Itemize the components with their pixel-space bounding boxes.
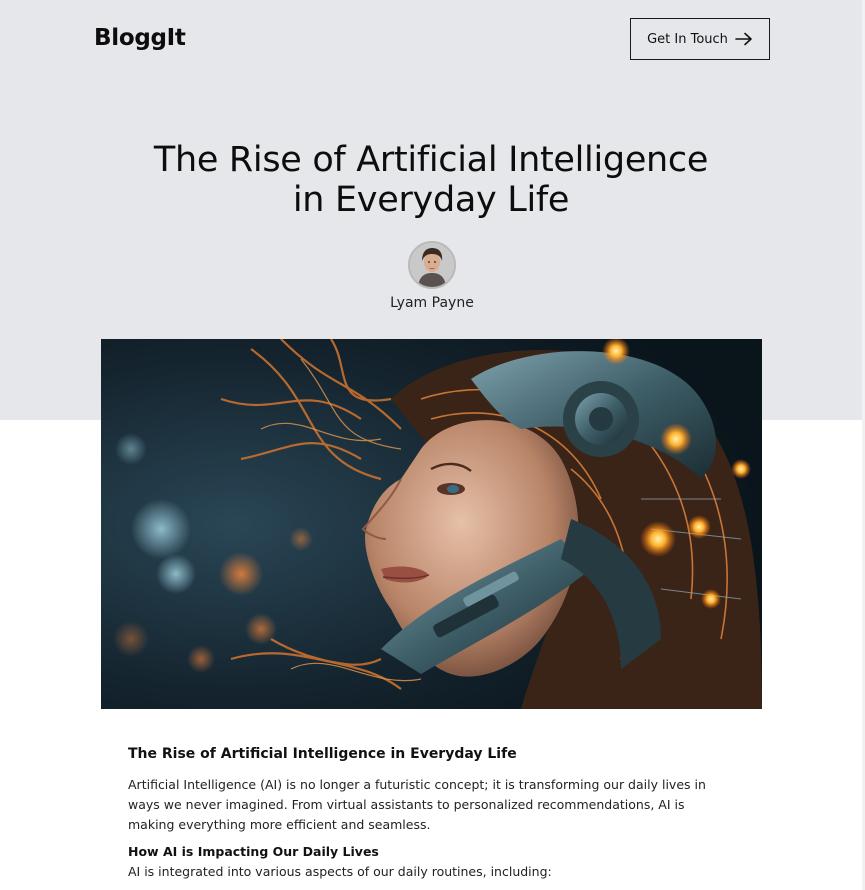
article-body: The Rise of Artificial Intelligence in E… [128,744,728,882]
get-in-touch-button[interactable]: Get In Touch [630,18,770,60]
page: BloggIt Get In Touch The Rise of Artific… [0,0,865,890]
author-name[interactable]: Lyam Payne [332,295,532,311]
hero-image [101,339,762,709]
article-title: The Rise of Artificial Intelligence in E… [153,140,709,220]
article-heading: The Rise of Artificial Intelligence in E… [128,746,517,762]
section-heading: How AI is Impacting Our Daily Lives [128,844,379,859]
author-portrait-image [410,243,454,287]
get-in-touch-label: Get In Touch [647,31,728,47]
section-text: AI is integrated into various aspects of… [128,864,552,879]
author-avatar[interactable] [408,241,456,289]
arrow-right-icon [735,32,752,46]
ai-woman-cyborg-illustration [101,339,762,709]
site-logo[interactable]: BloggIt [94,25,186,51]
article-intro: Artificial Intelligence (AI) is no longe… [128,777,706,832]
